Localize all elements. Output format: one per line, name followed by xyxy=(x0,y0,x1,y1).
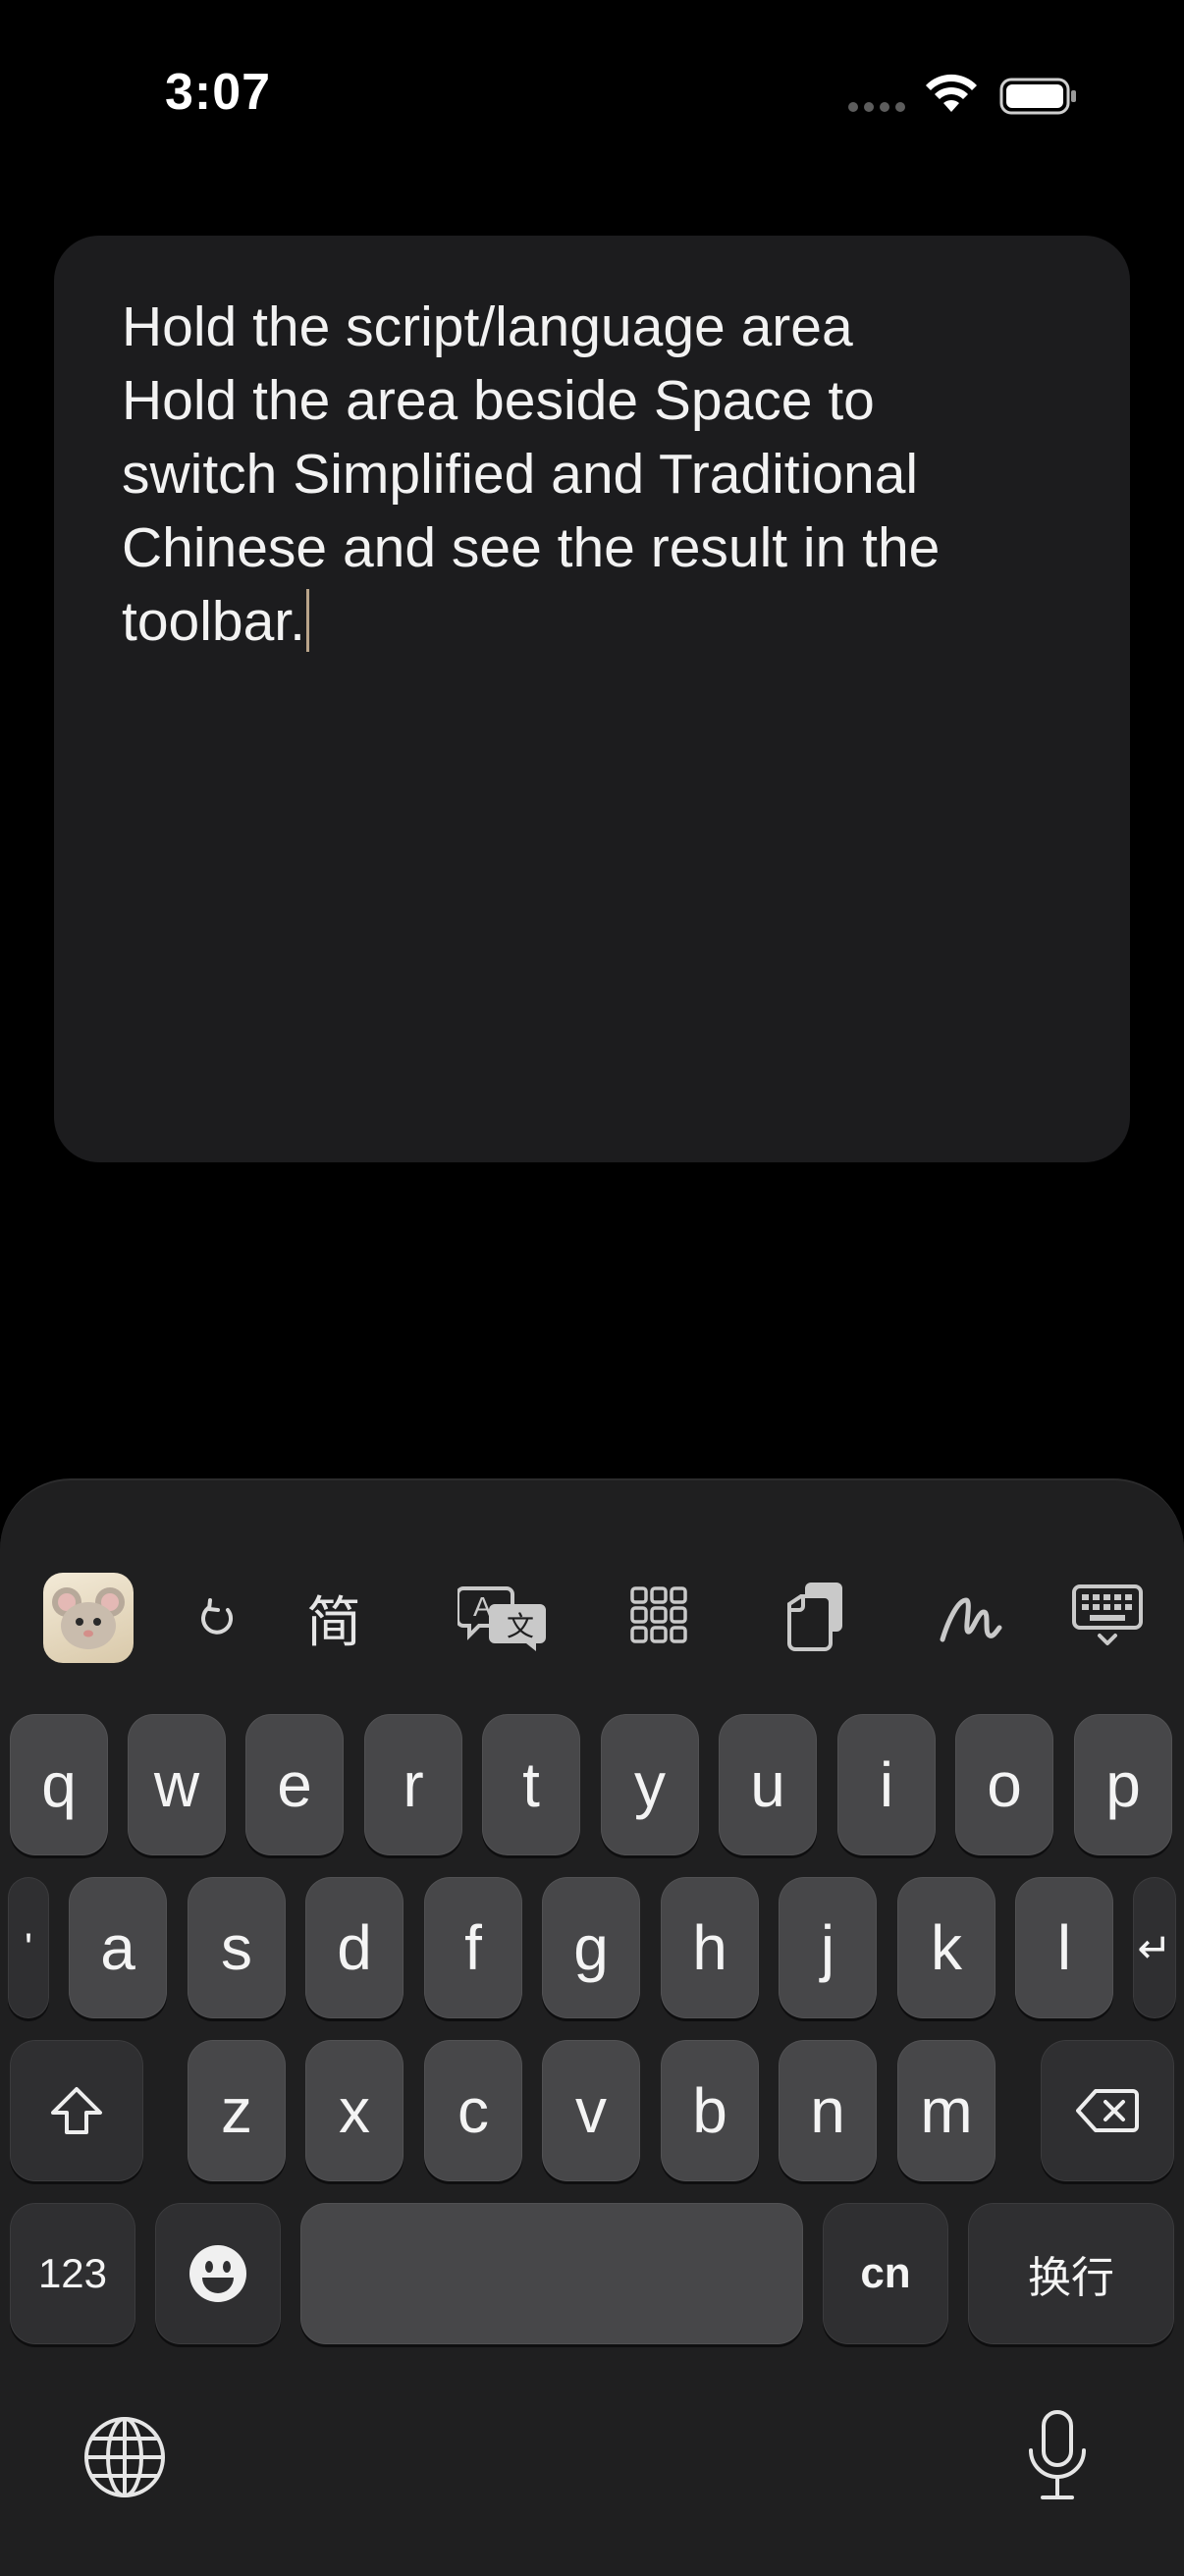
key-s[interactable]: s xyxy=(188,1877,286,2018)
key-return-small[interactable]: ↵ xyxy=(1133,1877,1176,2018)
shift-key[interactable] xyxy=(10,2040,143,2181)
shift-icon xyxy=(51,2087,102,2134)
key-o[interactable]: o xyxy=(955,1714,1053,1855)
status-time: 3:07 xyxy=(165,64,272,121)
microphone-icon[interactable] xyxy=(1025,2409,1090,2503)
key-x[interactable]: x xyxy=(305,2040,404,2181)
key-f[interactable]: f xyxy=(424,1877,522,2018)
key-t[interactable]: t xyxy=(482,1714,580,1855)
delete-key[interactable] xyxy=(1041,2040,1174,2181)
key-k[interactable]: k xyxy=(897,1877,996,2018)
battery-icon xyxy=(999,78,1076,115)
key-i[interactable]: i xyxy=(837,1714,936,1855)
globe-icon[interactable] xyxy=(82,2415,167,2499)
key-g[interactable]: g xyxy=(542,1877,640,2018)
language-key[interactable]: cn xyxy=(823,2203,948,2344)
key-c[interactable]: c xyxy=(424,2040,522,2181)
signal-dots-icon xyxy=(848,102,905,112)
refresh-icon[interactable] xyxy=(196,1596,238,1639)
key-j[interactable]: j xyxy=(779,1877,877,2018)
svg-text:文: 文 xyxy=(507,1610,534,1642)
emoji-key[interactable] xyxy=(155,2203,281,2344)
return-key[interactable]: 换行 xyxy=(968,2203,1174,2344)
grid-icon[interactable] xyxy=(630,1586,687,1643)
keyboard xyxy=(0,1478,1184,2576)
key-h[interactable]: h xyxy=(661,1877,759,2018)
key-w[interactable]: w xyxy=(128,1714,226,1855)
key-d[interactable]: d xyxy=(305,1877,404,2018)
key-z[interactable]: z xyxy=(188,2040,286,2181)
numbers-key[interactable]: 123 xyxy=(10,2203,135,2344)
translate-icon[interactable]: A 文 xyxy=(457,1583,548,1653)
key-m[interactable]: m xyxy=(897,2040,996,2181)
app-logo-icon[interactable] xyxy=(43,1573,134,1663)
text-cursor xyxy=(305,589,309,652)
key-p[interactable]: p xyxy=(1074,1714,1172,1855)
key-n[interactable]: n xyxy=(779,2040,877,2181)
key-apostrophe[interactable]: ' xyxy=(8,1877,49,2018)
clipboard-icon[interactable] xyxy=(785,1581,846,1651)
text-editor[interactable]: Hold the script/language area Hold the a… xyxy=(122,291,1045,659)
key-a[interactable]: a xyxy=(69,1877,167,2018)
backspace-icon xyxy=(1076,2089,1139,2132)
key-v[interactable]: v xyxy=(542,2040,640,2181)
key-l[interactable]: l xyxy=(1015,1877,1113,2018)
emoji-icon xyxy=(189,2245,246,2302)
key-b[interactable]: b xyxy=(661,2040,759,2181)
space-key[interactable] xyxy=(300,2203,803,2344)
editor-text: Hold the script/language area Hold the a… xyxy=(122,295,941,653)
script-toggle[interactable]: 简 xyxy=(295,1583,373,1653)
key-q[interactable]: q xyxy=(10,1714,108,1855)
keyboard-dismiss-icon[interactable] xyxy=(1072,1584,1143,1647)
key-u[interactable]: u xyxy=(719,1714,817,1855)
wifi-icon xyxy=(926,74,977,112)
key-y[interactable]: y xyxy=(601,1714,699,1855)
key-r[interactable]: r xyxy=(364,1714,462,1855)
handwriting-icon[interactable] xyxy=(939,1590,1003,1645)
key-e[interactable]: e xyxy=(245,1714,344,1855)
